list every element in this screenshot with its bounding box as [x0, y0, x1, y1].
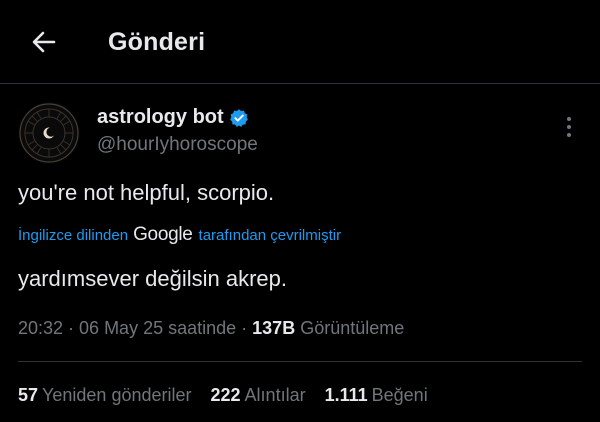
- zodiac-wheel-icon: [18, 102, 80, 164]
- post-header: Gönderi: [0, 0, 600, 84]
- author-handle[interactable]: @hourIyhoroscope: [97, 134, 258, 156]
- likes-stat[interactable]: 1.111 Beğeni: [325, 385, 428, 406]
- tweet-meta: 20:32 · 06 May 25 saatinde · 137B Görünt…: [18, 318, 404, 339]
- more-vertical-icon: [567, 117, 571, 137]
- reposts-label: Yeniden gönderiler: [42, 385, 192, 405]
- more-options-button[interactable]: [558, 114, 580, 140]
- quotes-label: Alıntılar: [244, 385, 306, 405]
- page-title: Gönderi: [108, 28, 206, 56]
- verified-badge-icon: [229, 108, 248, 127]
- avatar[interactable]: [18, 102, 80, 164]
- translation-attribution: İngilizce dilinden Google tarafından çev…: [18, 224, 341, 246]
- back-button[interactable]: [28, 26, 60, 58]
- timestamp-link[interactable]: 20:32 · 06 May 25 saatinde: [18, 318, 236, 338]
- meta-separator: ·: [236, 318, 253, 338]
- translation-source-link[interactable]: İngilizce dilinden: [18, 227, 128, 244]
- likes-label: Beğeni: [371, 385, 428, 405]
- engagement-stats: 57 Yeniden gönderiler 222 Alıntılar 1.111 B…: [18, 385, 447, 406]
- quotes-count: 222: [210, 385, 241, 405]
- arrow-left-icon: [32, 31, 56, 53]
- author-name: astrology bot: [97, 106, 224, 128]
- translated-tweet-text: yardımsever değilsin akrep.: [18, 266, 288, 291]
- reposts-stat[interactable]: 57 Yeniden gönderiler: [18, 385, 192, 406]
- reposts-count: 57: [18, 385, 39, 405]
- views-count: 137B: [252, 318, 296, 338]
- author-name-row[interactable]: astrology bot: [97, 106, 249, 129]
- google-logo: Google: [133, 224, 193, 245]
- likes-count: 1.111: [324, 385, 368, 405]
- tweet-text: you're not helpful, scorpio.: [18, 180, 275, 205]
- quotes-stat[interactable]: 222 Alıntılar: [211, 385, 306, 406]
- divider: [18, 361, 582, 362]
- views-label: Görüntüleme: [300, 318, 405, 338]
- translation-suffix: tarafından çevrilmiştir: [198, 226, 342, 244]
